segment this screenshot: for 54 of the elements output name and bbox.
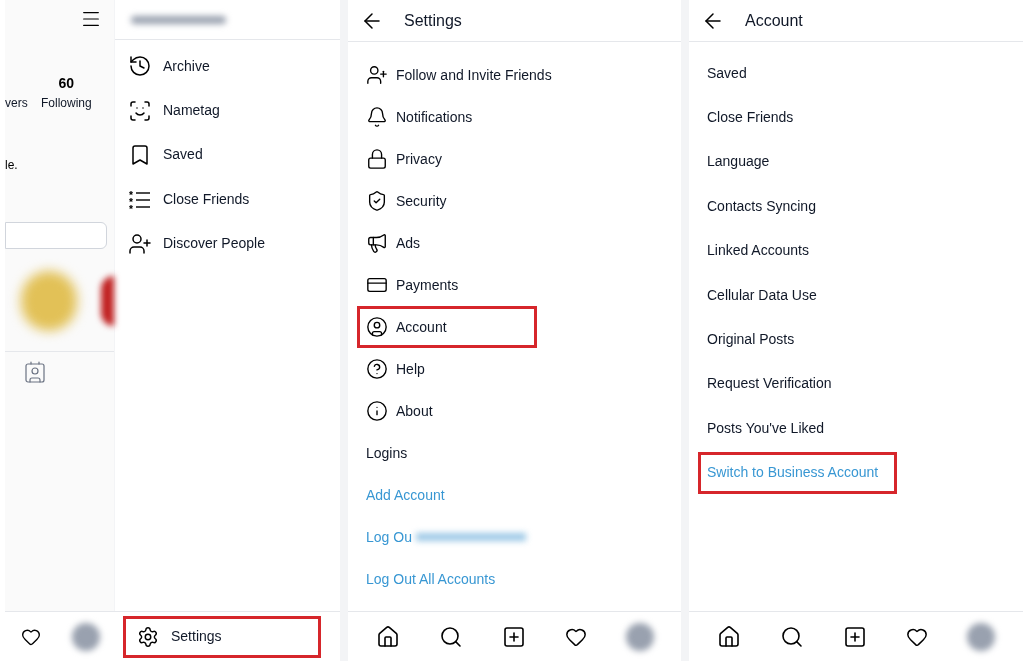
settings-row[interactable]: About: [357, 390, 452, 432]
home-icon[interactable]: [716, 624, 741, 649]
settings-row[interactable]: Help: [357, 348, 444, 390]
drawer-item[interactable]: Discover People: [163, 233, 265, 255]
settings-row[interactable]: Close Friends: [698, 96, 813, 139]
bell-icon: [366, 106, 388, 128]
avatar-placeholder: [71, 622, 100, 651]
settings-row[interactable]: Payments: [357, 264, 478, 306]
drawer-item[interactable]: Saved: [163, 144, 203, 166]
settings-row[interactable]: Settings: [123, 615, 321, 658]
add-post-icon[interactable]: [501, 624, 526, 649]
scan-frame-icon: [128, 98, 152, 123]
settings-row[interactable]: Ads: [357, 222, 440, 264]
settings-row[interactable]: Request Verification: [698, 362, 851, 405]
stat-label: Following: [41, 95, 92, 112]
search-icon[interactable]: [779, 624, 804, 649]
help-icon: [366, 358, 388, 380]
story-placeholder: [100, 276, 114, 326]
settings-row[interactable]: Original Posts: [698, 318, 814, 361]
settings-row[interactable]: Contacts Syncing: [698, 185, 835, 228]
screen-title: Account: [745, 10, 803, 31]
history-icon: [128, 54, 152, 79]
info-icon: [366, 400, 388, 422]
add-person-icon: [366, 64, 388, 86]
screen-title: Settings: [404, 10, 462, 31]
settings-row[interactable]: Account: [357, 306, 537, 348]
stat-label: vers: [5, 95, 29, 112]
avatar-placeholder: [967, 622, 996, 651]
gear-icon: [137, 625, 159, 648]
settings-row[interactable]: Notifications: [357, 96, 492, 138]
search-icon[interactable]: [438, 624, 463, 649]
lock-icon: [366, 148, 388, 170]
add-post-icon[interactable]: [842, 624, 867, 649]
settings-row[interactable]: Follow and Invite Friends: [357, 54, 571, 96]
story-placeholder: [21, 271, 77, 331]
settings-row[interactable]: Language: [698, 140, 789, 183]
avatar-placeholder: [625, 622, 654, 651]
person-circle-icon: [366, 316, 388, 338]
add-person-icon: [128, 231, 152, 256]
home-icon[interactable]: [375, 624, 400, 649]
settings-row[interactable]: Cellular Data Use: [698, 274, 836, 317]
settings-row[interactable]: Logins: [357, 432, 427, 474]
settings-row[interactable]: Security: [357, 180, 466, 222]
settings-row[interactable]: Privacy: [357, 138, 461, 180]
settings-row[interactable]: Posts You've Liked: [698, 407, 844, 450]
settings-row[interactable]: Linked Accounts: [698, 229, 828, 272]
bio-text: le.: [5, 157, 19, 174]
settings-row[interactable]: Saved: [698, 52, 766, 95]
drawer-item[interactable]: Archive: [163, 55, 210, 77]
drawer-item[interactable]: Close Friends: [163, 188, 250, 210]
shield-icon: [366, 190, 388, 212]
drawer-item[interactable]: Nametag: [163, 100, 220, 122]
megaphone-icon: [366, 232, 388, 254]
following-count: 60: [58, 74, 75, 93]
